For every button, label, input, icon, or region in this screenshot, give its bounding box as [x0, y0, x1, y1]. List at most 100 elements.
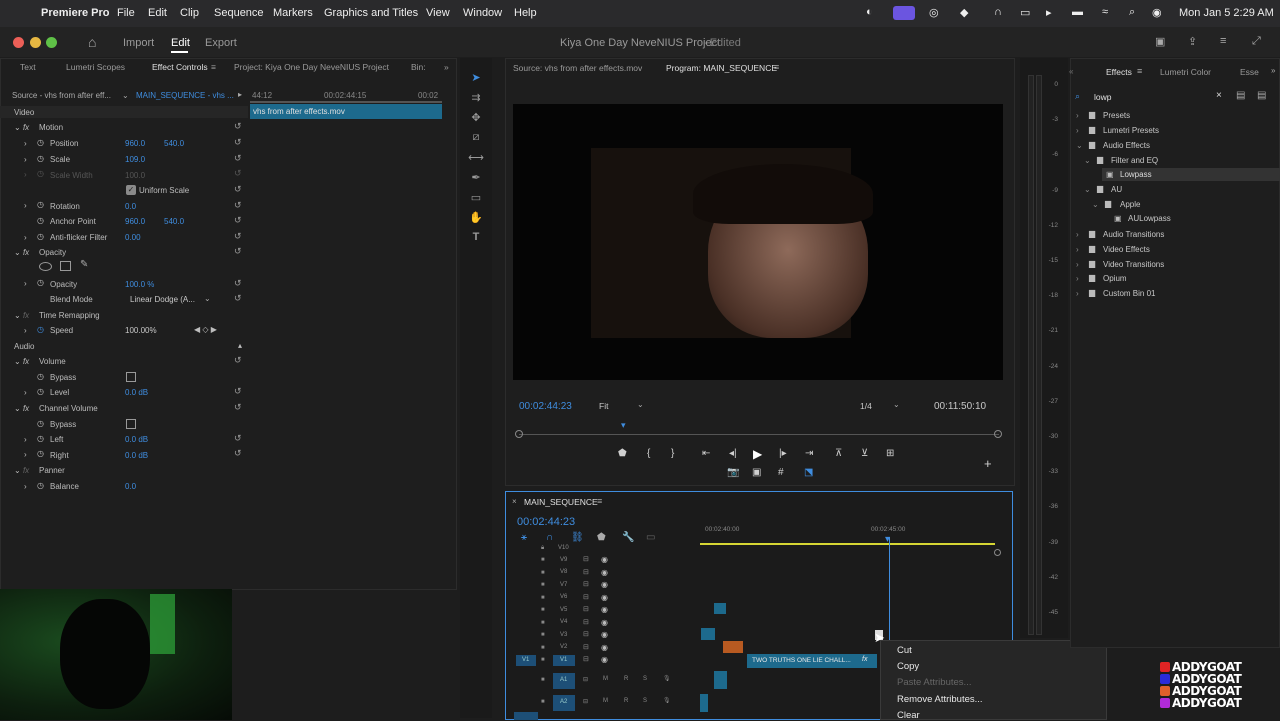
bypass-checkbox[interactable] [126, 372, 136, 382]
left-value[interactable]: 0.0 dB [125, 435, 148, 444]
search-icon[interactable]: ⌕ [1129, 6, 1135, 19]
close-icon[interactable]: × [512, 497, 517, 506]
scale-value[interactable]: 109.0 [125, 155, 145, 164]
workspace-icon[interactable]: ▣ [1155, 35, 1165, 48]
chevron-down-icon[interactable]: ⌄ [122, 91, 129, 100]
track-label-v6[interactable]: V6 [560, 594, 567, 600]
expand-icon[interactable]: › [1076, 245, 1079, 254]
stopwatch-icon[interactable]: ◷ [37, 200, 44, 209]
fit-select[interactable]: Fit [599, 401, 608, 411]
snap-icon[interactable]: ⬔ [804, 467, 813, 478]
add-marker-icon[interactable]: ⬟ [618, 448, 627, 459]
pen-mask-icon[interactable]: ✎ [80, 259, 88, 270]
clip-v2[interactable] [723, 641, 743, 653]
reset-icon[interactable]: ↺ [234, 121, 242, 132]
stopwatch-icon[interactable]: ◷ [37, 325, 44, 334]
panel-menu-icon[interactable]: ≡ [774, 62, 779, 72]
menu-graphics[interactable]: Graphics and Titles [324, 7, 418, 19]
add-marker-icon[interactable]: ⬟ [597, 532, 606, 543]
reset-icon[interactable]: ↺ [234, 448, 242, 459]
uniform-scale-checkbox[interactable]: ✓ [126, 185, 136, 195]
track-target-a3[interactable] [514, 712, 538, 720]
clip-v1[interactable]: TWO TRUTHS ONE LIE CHALL... fx [747, 654, 877, 668]
track-label-v5[interactable]: V5 [560, 607, 567, 613]
anchor-x-value[interactable]: 960.0 [125, 217, 145, 226]
menu-item-copy[interactable]: Copy [897, 661, 919, 672]
reset-icon[interactable]: ↺ [234, 246, 242, 257]
track-label-v7[interactable]: V7 [560, 582, 567, 588]
visibility-eye-icons[interactable]: ◉ ◉ ◉ ◉ ◉ ◉ ◉ ◉ ◉ [601, 554, 613, 667]
blend-mode-select[interactable]: Linear Dodge (A... [130, 295, 195, 304]
app-menu[interactable]: Premiere Pro [41, 7, 109, 19]
track-select-tool-icon[interactable]: ⇉ [468, 91, 484, 104]
mark-out-icon[interactable]: } [671, 448, 674, 459]
safe-margins-icon[interactable]: ▣ [752, 467, 761, 478]
menu-edit[interactable]: Edit [148, 7, 167, 19]
expand-icon[interactable]: ⌄ [1076, 141, 1083, 150]
tree-au[interactable]: AU [1111, 185, 1122, 194]
tree-opium[interactable]: Opium [1103, 274, 1127, 283]
tree-presets[interactable]: Presets [1103, 111, 1130, 120]
keyframe-nav-icon[interactable]: ◀ ◇ ▶ [194, 325, 217, 334]
effects-search-input[interactable]: lowp [1094, 92, 1111, 102]
expand-icon[interactable]: › [1076, 126, 1079, 135]
tree-video-effects[interactable]: Video Effects [1103, 245, 1150, 254]
tree-aulowpass[interactable]: AULowpass [1128, 214, 1171, 223]
expand-icon[interactable]: › [24, 155, 27, 164]
audio-clip-a2[interactable] [700, 694, 708, 712]
tab-source[interactable]: Source: vhs from after effects.mov [513, 63, 642, 73]
audio-clip-a1[interactable] [714, 671, 727, 689]
stopwatch-icon[interactable]: ◷ [37, 278, 44, 287]
lock-icon[interactable]: ■ [541, 677, 545, 683]
reset-icon[interactable]: ↺ [234, 231, 242, 242]
sync-lock-icons-column[interactable]: ⊟ ⊟ ⊟ ⊟ ⊟ ⊟ ⊟ ⊟ ⊟ [583, 554, 593, 667]
tab-program[interactable]: Program: MAIN_SEQUENCE [666, 63, 777, 73]
right-value[interactable]: 0.0 dB [125, 451, 148, 460]
screen-record-icon[interactable] [893, 6, 915, 20]
tree-audio-transitions[interactable]: Audio Transitions [1103, 230, 1164, 239]
menu-item-clear[interactable]: Clear [897, 710, 920, 721]
share-icon[interactable]: ⇪ [1188, 35, 1197, 48]
tab-effect-controls[interactable]: Effect Controls [152, 62, 208, 72]
track-label-v3[interactable]: V3 [560, 632, 567, 638]
speed-value[interactable]: 100.00% [125, 326, 157, 335]
reset-icon[interactable]: ↺ [234, 386, 242, 397]
display-icon[interactable]: ▭ [1020, 6, 1030, 19]
step-forward-icon[interactable]: |▸ [779, 448, 787, 459]
tab-import[interactable]: Import [123, 37, 154, 49]
expand-icon[interactable]: › [1076, 111, 1079, 120]
expand-icon[interactable]: ⌄ fx [14, 311, 29, 320]
track-label-v2[interactable]: V2 [560, 644, 567, 650]
stopwatch-icon[interactable]: ◷ [37, 434, 44, 443]
source-label[interactable]: Source - vhs from after eff... [12, 91, 111, 100]
timeline-name[interactable]: MAIN_SEQUENCE [524, 497, 598, 507]
microphone-icon[interactable]: 🎙︎ [663, 675, 671, 682]
anti-flicker-value[interactable]: 0.00 [125, 233, 141, 242]
tab-lumetri-scopes[interactable]: Lumetri Scopes [66, 62, 125, 72]
sync-lock-icon[interactable]: ⊟ [583, 676, 588, 683]
export-frame-icon[interactable]: 📷 [727, 467, 739, 478]
track-label-v8[interactable]: V8 [560, 569, 567, 575]
accelerated-effects-icon[interactable]: ▤ [1236, 90, 1245, 101]
solo-a1-button[interactable]: S [643, 676, 647, 682]
panel-menu-icon[interactable]: ≡ [211, 62, 216, 72]
track-label-v10[interactable]: V10 [558, 545, 569, 551]
tree-apple[interactable]: Apple [1120, 200, 1140, 209]
close-window-button[interactable] [13, 37, 24, 48]
timeline-timecode[interactable]: 00:02:44:23 [517, 516, 575, 528]
level-value[interactable]: 0.0 dB [125, 388, 148, 397]
lock-icons-column[interactable]: ■ ■ ■ ■ ■ ■ ■ ■ ■ [541, 554, 551, 667]
expand-icon[interactable]: › [1076, 289, 1079, 298]
mute-a1-button[interactable]: M [603, 676, 608, 682]
chevron-down-icon[interactable]: ⌄ [893, 400, 900, 409]
control-center-icon[interactable]: ◉ [1152, 6, 1162, 19]
stopwatch-icon[interactable]: ◷ [37, 387, 44, 396]
clip-v3[interactable] [701, 628, 715, 640]
lock-icon[interactable]: ■ [541, 699, 545, 705]
expand-icon[interactable]: › [24, 482, 27, 491]
stopwatch-icon[interactable]: ◷ [37, 481, 44, 490]
expand-icon[interactable]: ⌄ fx [14, 248, 29, 257]
type-tool-icon[interactable]: T [468, 231, 484, 243]
reset-icon[interactable]: ↺ [234, 293, 242, 304]
tree-custom-bin[interactable]: Custom Bin 01 [1103, 289, 1155, 298]
